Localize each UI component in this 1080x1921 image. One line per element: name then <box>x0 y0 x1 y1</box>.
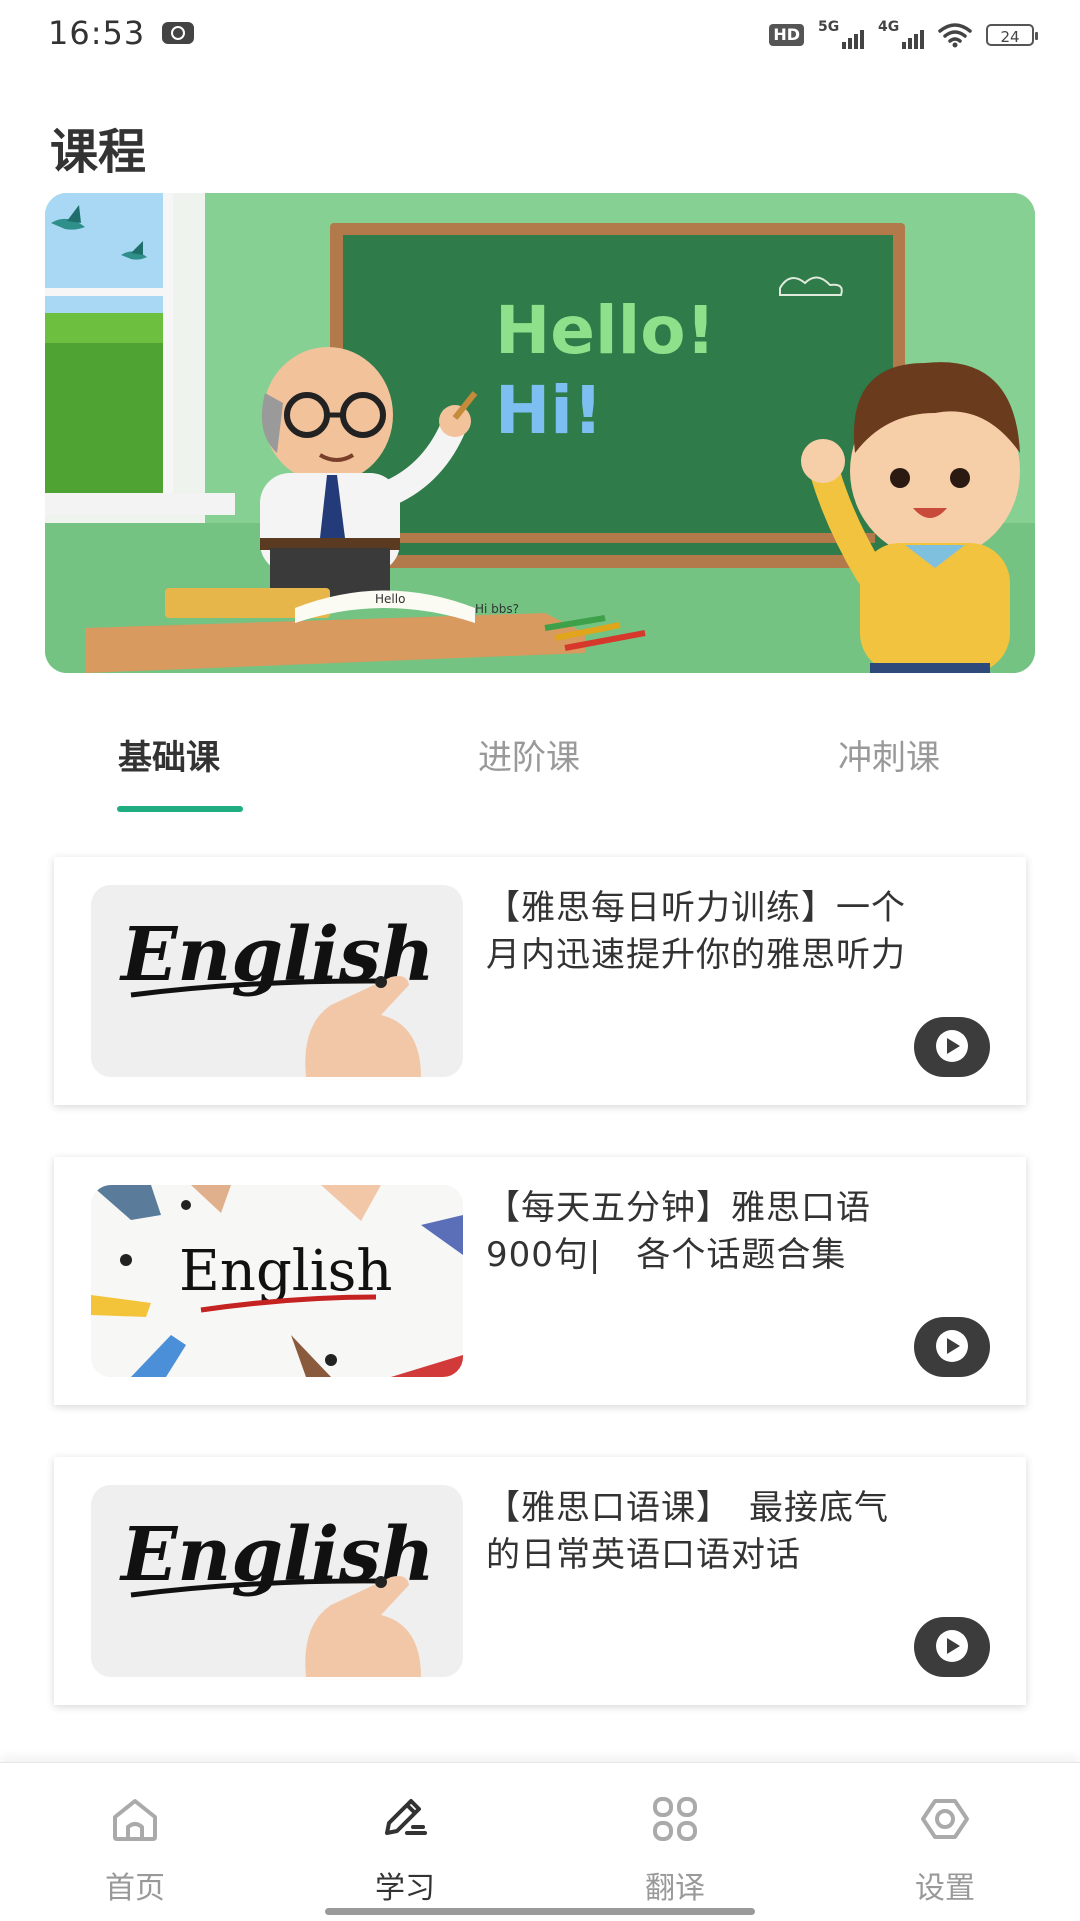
course-thumbnail: English <box>91 1185 463 1377</box>
nav-label-settings: 设置 <box>915 1871 975 1906</box>
active-tab-indicator <box>117 806 243 812</box>
play-button[interactable] <box>914 1617 990 1677</box>
course-title-line: 月内迅速提升你的雅思听力 <box>486 935 906 975</box>
network-4g-label: 4G <box>878 19 900 35</box>
home-indicator[interactable] <box>325 1908 755 1915</box>
course-title-line: 900句| 各个话题合集 <box>486 1235 847 1275</box>
course-title: 【雅思口语课】 最接底气 的日常英语口语对话 <box>486 1485 996 1579</box>
signal-5g-icon: 5G <box>818 19 864 49</box>
course-title: 【每天五分钟】雅思口语 900句| 各个话题合集 <box>486 1185 996 1279</box>
play-icon <box>936 1330 968 1362</box>
course-thumbnail: English <box>91 885 463 1077</box>
nav-label-home: 首页 <box>105 1871 165 1906</box>
wifi-icon <box>938 22 972 48</box>
status-bar: 16:53 HD 5G 4G 24 <box>0 0 1080 70</box>
book-text-hi: Hi bbs? <box>475 602 519 616</box>
thumb-english-text: English <box>179 1239 392 1304</box>
course-banner[interactable]: Hello! Hi! Hello Hi bbs? <box>45 193 1035 673</box>
status-indicators: HD 5G 4G 24 <box>769 18 1038 52</box>
course-card[interactable]: English 【每天五分钟】雅思口语 900句| 各个话题合集 <box>54 1157 1026 1405</box>
bottom-navigation: 首页 学习 翻译 设置 <box>0 1762 1080 1921</box>
notification-icon <box>162 22 194 44</box>
classroom-illustration: Hello! Hi! Hello Hi bbs? <box>45 193 1035 673</box>
home-icon <box>113 1799 157 1841</box>
nav-label-study: 学习 <box>375 1871 435 1906</box>
course-thumbnail: English <box>91 1485 463 1677</box>
nav-item-translate[interactable]: 翻译 <box>575 1763 775 1921</box>
course-title-line: 的日常英语口语对话 <box>486 1535 801 1575</box>
course-level-tabs: 基础课 进阶课 冲刺课 <box>0 720 1080 820</box>
board-text-hello: Hello! <box>495 292 716 369</box>
book-text-hello: Hello <box>375 592 405 606</box>
nav-label-translate: 翻译 <box>645 1871 705 1906</box>
grid-icon <box>653 1797 697 1841</box>
hd-voice-icon: HD <box>769 24 804 46</box>
network-5g-label: 5G <box>818 19 840 35</box>
play-icon <box>936 1630 968 1662</box>
board-text-hi: Hi! <box>495 372 603 449</box>
page-title: 课程 <box>50 124 147 180</box>
nav-item-home[interactable]: 首页 <box>35 1763 235 1921</box>
course-title: 【雅思每日听力训练】一个 月内迅速提升你的雅思听力 <box>486 885 996 979</box>
course-card[interactable]: English 【雅思每日听力训练】一个 月内迅速提升你的雅思听力 <box>54 857 1026 1105</box>
course-title-line: 【雅思每日听力训练】一个 <box>486 888 906 928</box>
status-time: 16:53 <box>48 14 146 52</box>
pen-icon <box>385 1799 427 1835</box>
nav-item-settings[interactable]: 设置 <box>845 1763 1045 1921</box>
tab-sprint[interactable]: 冲刺课 <box>838 730 940 779</box>
battery-icon: 24 <box>986 24 1038 46</box>
play-icon <box>936 1030 968 1062</box>
tab-basic[interactable]: 基础课 <box>118 730 220 779</box>
settings-icon <box>921 1799 969 1839</box>
signal-4g-icon: 4G <box>878 19 924 49</box>
course-card[interactable]: English 【雅思口语课】 最接底气 的日常英语口语对话 <box>54 1457 1026 1705</box>
course-title-line: 【每天五分钟】雅思口语 <box>486 1188 871 1228</box>
tab-advanced[interactable]: 进阶课 <box>478 730 580 779</box>
play-button[interactable] <box>914 1017 990 1077</box>
play-button[interactable] <box>914 1317 990 1377</box>
nav-item-study[interactable]: 学习 <box>305 1763 505 1921</box>
course-title-line: 【雅思口语课】 最接底气 <box>486 1488 889 1528</box>
